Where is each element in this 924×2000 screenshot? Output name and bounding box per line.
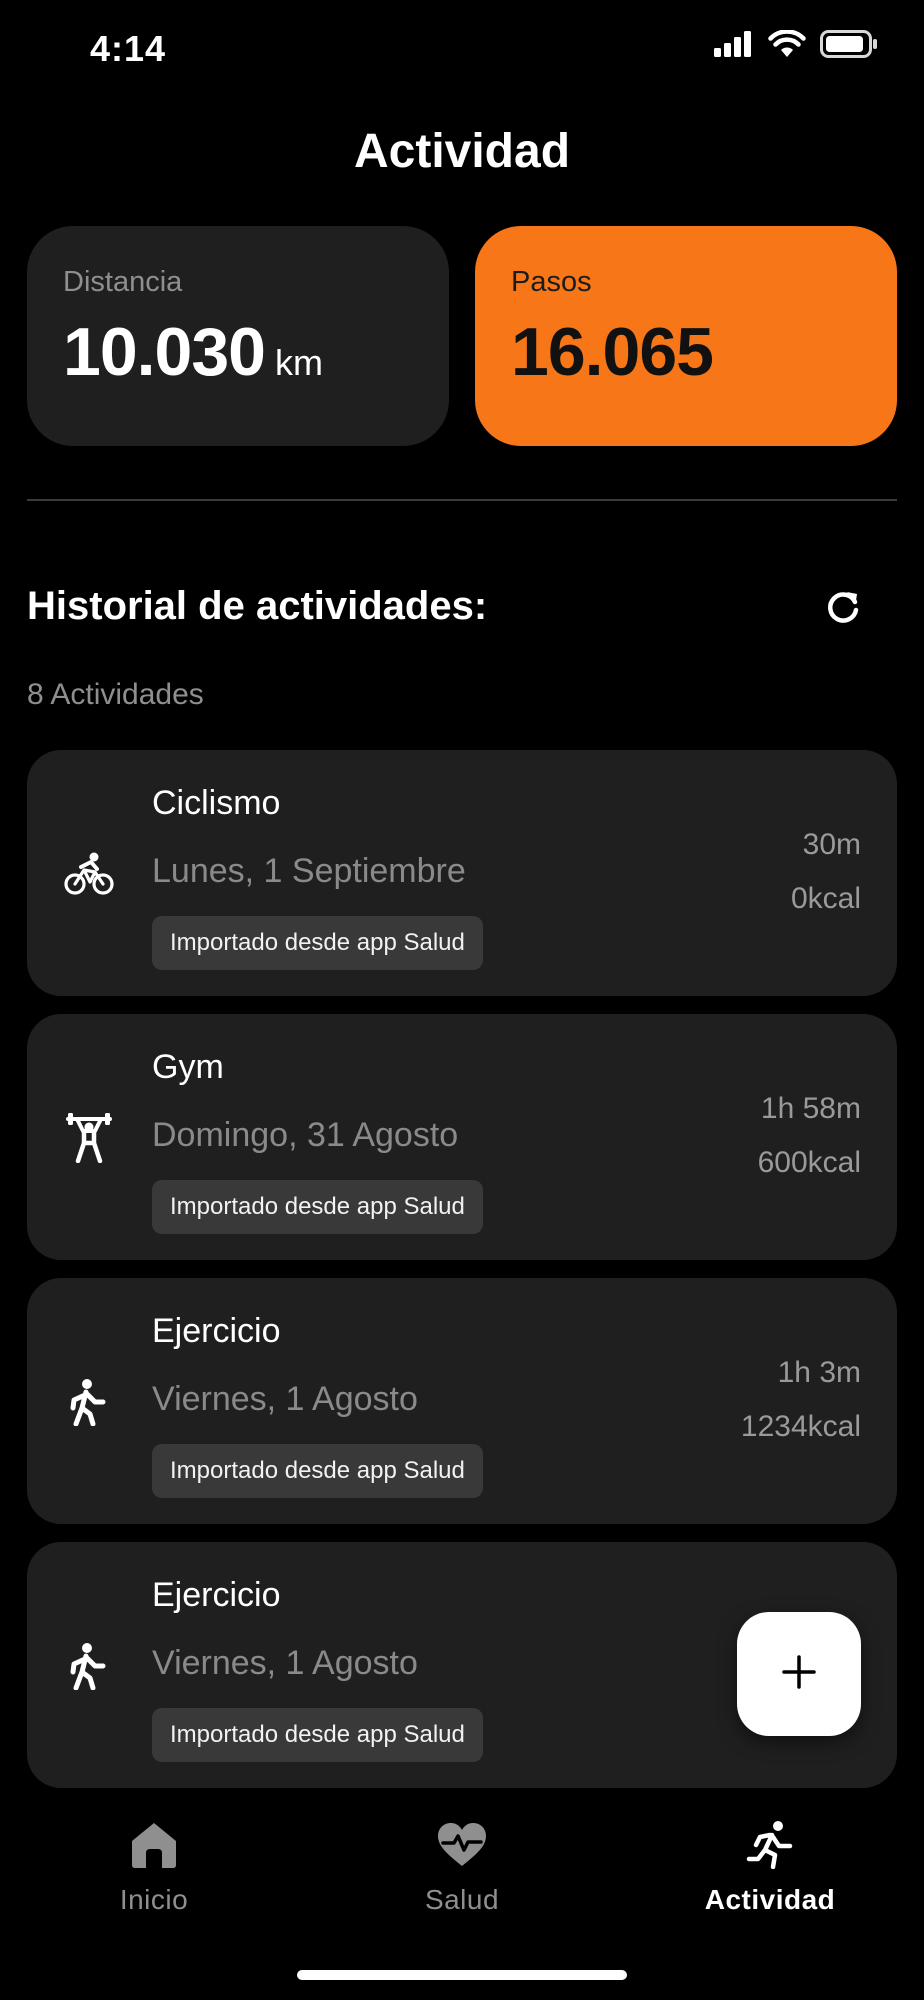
plus-icon (781, 1654, 817, 1695)
steps-value-row: 16.065 (511, 313, 861, 391)
nav-item-salud[interactable]: Salud (352, 1818, 572, 1916)
distance-value: 10.030 (63, 314, 266, 390)
activity-date: Viernes, 1 Agosto (152, 1644, 418, 1682)
wifi-icon (768, 29, 806, 63)
distance-label: Distancia (63, 266, 183, 298)
activity-screen: 4:14 Actividad Distancia 10.030 km Pasos… (0, 0, 924, 2000)
activity-count: 8 Actividades (27, 678, 204, 711)
divider (27, 499, 897, 501)
activity-name: Ejercicio (152, 1576, 281, 1614)
nav-label: Actividad (704, 1884, 836, 1915)
refresh-button[interactable] (816, 582, 870, 636)
steps-card[interactable]: Pasos 16.065 (475, 226, 897, 446)
status-bar: 4:14 (0, 0, 924, 100)
cycling-icon (63, 848, 115, 900)
bottom-nav: Inicio Salud Actividad (0, 1790, 924, 2000)
activity-date: Viernes, 1 Agosto (152, 1380, 418, 1418)
activity-name: Ciclismo (152, 784, 281, 822)
nav-item-inicio[interactable]: Inicio (44, 1818, 264, 1916)
page-title: Actividad (353, 125, 571, 178)
home-indicator (297, 1970, 627, 1980)
running-icon (743, 1818, 797, 1872)
import-badge: Importado desde app Salud (152, 1444, 483, 1498)
nav-label: Inicio (119, 1884, 189, 1915)
activity-duration: 1h 3m (777, 1356, 861, 1389)
import-badge: Importado desde app Salud (152, 1180, 483, 1234)
activity-card[interactable]: Gym Domingo, 31 Agosto Importado desde a… (27, 1014, 897, 1260)
walking-icon (63, 1376, 115, 1428)
heart-pulse-icon (435, 1818, 489, 1872)
activity-date: Domingo, 31 Agosto (152, 1116, 459, 1154)
activity-name: Ejercicio (152, 1312, 281, 1350)
steps-label: Pasos (511, 266, 592, 298)
activity-duration: 30m (802, 828, 861, 861)
history-title: Historial de actividades: (27, 584, 488, 628)
distance-card[interactable]: Distancia 10.030 km (27, 226, 449, 446)
activity-kcal: 1234kcal (740, 1410, 861, 1443)
signal-icon (714, 31, 754, 62)
home-icon (127, 1818, 181, 1872)
steps-value: 16.065 (511, 314, 714, 390)
status-icons (714, 29, 878, 63)
activity-kcal: 600kcal (757, 1146, 861, 1179)
activity-duration: 1h 58m (760, 1092, 861, 1125)
import-badge: Importado desde app Salud (152, 1708, 483, 1762)
activity-card[interactable]: Ciclismo Lunes, 1 Septiembre Importado d… (27, 750, 897, 996)
status-time: 4:14 (90, 28, 167, 69)
walking-icon (63, 1640, 115, 1692)
nav-item-actividad[interactable]: Actividad (660, 1818, 880, 1916)
weightlifting-icon (63, 1112, 115, 1164)
activity-name: Gym (152, 1048, 224, 1086)
activity-kcal: 0kcal (790, 882, 861, 915)
activity-date: Lunes, 1 Septiembre (152, 852, 466, 890)
add-activity-button[interactable] (737, 1612, 861, 1736)
distance-value-row: 10.030 km (63, 313, 413, 391)
distance-unit: km (274, 342, 323, 383)
nav-label: Salud (424, 1884, 500, 1915)
activity-card[interactable]: Ejercicio Viernes, 1 Agosto Importado de… (27, 1278, 897, 1524)
refresh-icon (822, 586, 864, 633)
battery-icon (820, 30, 878, 63)
import-badge: Importado desde app Salud (152, 916, 483, 970)
